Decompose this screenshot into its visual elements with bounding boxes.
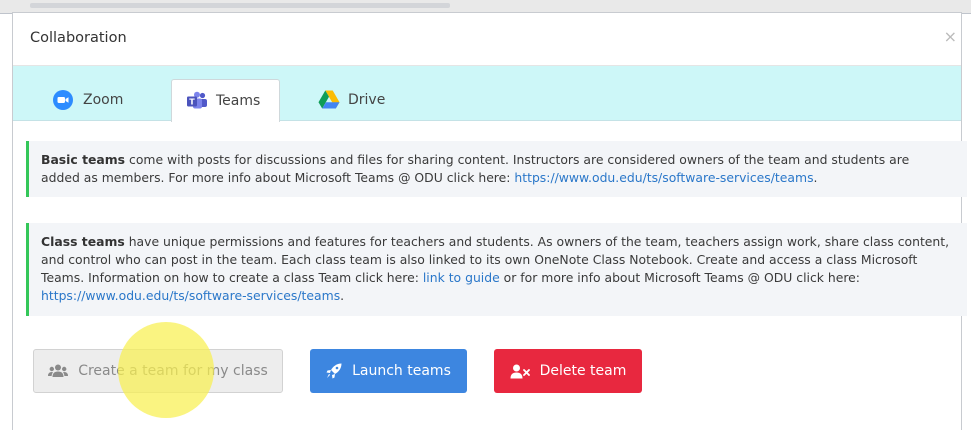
- create-team-button[interactable]: Create a team for my class: [33, 349, 283, 393]
- class-teams-info: Class teams have unique permissions and …: [26, 223, 967, 316]
- class-teams-text-2: or for more info about Microsoft Teams @…: [499, 270, 860, 285]
- tab-zoom[interactable]: Zoom: [39, 79, 137, 121]
- class-teams-title: Class teams: [41, 234, 125, 249]
- tab-bar: Zoom T Teams Drive: [13, 66, 961, 122]
- user-times-icon: [510, 364, 530, 379]
- guide-link[interactable]: link to guide: [423, 270, 500, 285]
- modal-title: Collaboration: [30, 30, 127, 46]
- teams-icon: T: [186, 91, 207, 111]
- svg-text:T: T: [189, 97, 195, 106]
- basic-teams-info: Basic teams come with posts for discussi…: [26, 141, 967, 197]
- launch-teams-label: Launch teams: [352, 363, 451, 379]
- tab-drive[interactable]: Drive: [304, 79, 399, 121]
- launch-teams-button[interactable]: Launch teams: [310, 349, 467, 393]
- delete-team-button[interactable]: Delete team: [494, 349, 642, 393]
- basic-teams-link[interactable]: https://www.odu.edu/ts/software-services…: [514, 170, 813, 185]
- zoom-icon: [53, 90, 73, 110]
- tab-teams[interactable]: T Teams: [171, 79, 280, 122]
- rocket-icon: [326, 363, 342, 379]
- basic-teams-title: Basic teams: [41, 152, 126, 167]
- close-icon[interactable]: ×: [944, 27, 957, 46]
- tab-drive-label: Drive: [348, 92, 386, 108]
- delete-team-label: Delete team: [539, 363, 627, 379]
- tab-teams-label: Teams: [216, 93, 261, 109]
- background-page-text: [30, 3, 450, 8]
- tab-zoom-label: Zoom: [83, 92, 124, 108]
- create-team-label: Create a team for my class: [78, 363, 268, 379]
- basic-teams-end: .: [813, 170, 818, 185]
- users-icon: [48, 364, 69, 378]
- modal-header: Collaboration ×: [13, 13, 961, 66]
- class-teams-end: .: [340, 288, 345, 303]
- drive-icon: [318, 90, 340, 110]
- class-teams-link[interactable]: https://www.odu.edu/ts/software-services…: [41, 288, 340, 303]
